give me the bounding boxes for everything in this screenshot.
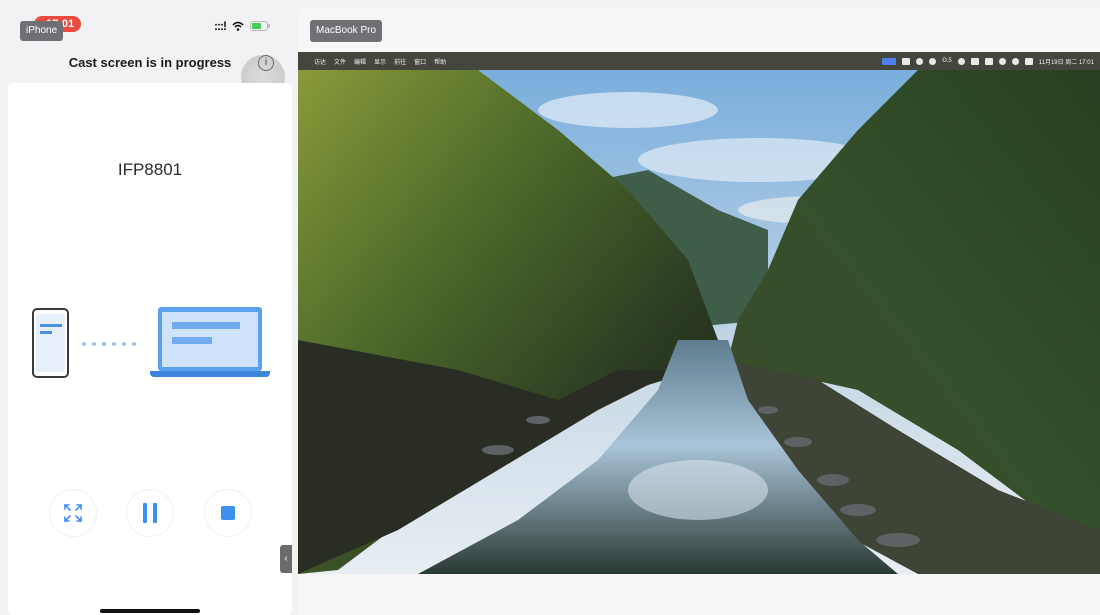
moon-icon[interactable] [957,57,965,65]
home-indicator [100,609,200,613]
mac-menubar: 访达 文件 编辑 显示 前往 窗口 帮助 Ⲟ.5 11月19日 周二 17:01 [298,52,1100,70]
menu-item-help[interactable]: 帮助 [434,57,446,66]
fullscreen-button[interactable] [50,490,96,536]
connection-dots-icon [82,342,136,346]
macbook-mirror-panel: MacBook Pro 访达 文件 编辑 显示 前往 窗口 帮助 Ⲟ.5 11月… [298,8,1100,615]
battery-charging-icon [249,21,270,31]
phone-illustration-icon [32,308,69,378]
menubar-clock: 11月19日 周二 17:01 [1038,59,1094,66]
status-icons: :::! [214,19,270,33]
message-icon[interactable] [902,57,911,65]
menubar-status-area: Ⲟ.5 11月19日 周二 17:01 [882,57,1100,66]
battery-status-text: Ⲟ.5 [942,57,952,64]
wechat-icon[interactable] [916,57,924,65]
wifi-icon[interactable] [998,57,1006,65]
stop-button[interactable] [205,490,251,536]
macbook-device-tag: MacBook Pro [310,20,383,42]
collapse-panel-button[interactable]: ‹ [280,545,292,573]
iphone-device-tag: iPhone [20,21,64,41]
menu-item-window[interactable]: 窗口 [414,57,426,66]
control-center-icon[interactable] [1024,57,1033,65]
cast-status-title: Cast screen is in progress [68,55,232,70]
desktop-wallpaper [298,70,1100,574]
laptop-illustration-icon [150,307,270,379]
fullscreen-expand-icon [64,504,82,522]
screen-mirroring-icon[interactable] [882,57,897,65]
info-icon[interactable]: i [258,55,274,71]
display-icon[interactable] [970,57,979,65]
menu-item-finder[interactable]: 访达 [314,57,326,66]
pause-button[interactable] [127,490,173,536]
menu-item-file[interactable]: 文件 [334,57,346,66]
cellular-signal-icon: :::! [214,19,227,33]
cast-card: IFP8801 [8,83,292,615]
status-bar: 17:01 iPhone :::! [0,0,292,50]
menu-item-edit[interactable]: 编辑 [354,57,366,66]
pause-icon [143,503,157,523]
target-device-name: IFP8801 [117,160,183,179]
battery-icon[interactable] [984,57,993,65]
menu-item-view[interactable]: 显示 [374,57,386,66]
mirrored-screen[interactable]: 访达 文件 编辑 显示 前往 窗口 帮助 Ⲟ.5 11月19日 周二 17:01 [298,52,1100,574]
spotlight-search-icon[interactable] [1011,57,1019,65]
bluetooth-icon[interactable] [929,57,937,65]
iphone-cast-panel: 17:01 iPhone :::! Cast screen is in prog… [0,0,292,615]
menu-item-go[interactable]: 前往 [394,57,406,66]
wifi-icon [232,21,244,31]
stop-icon [221,506,235,520]
